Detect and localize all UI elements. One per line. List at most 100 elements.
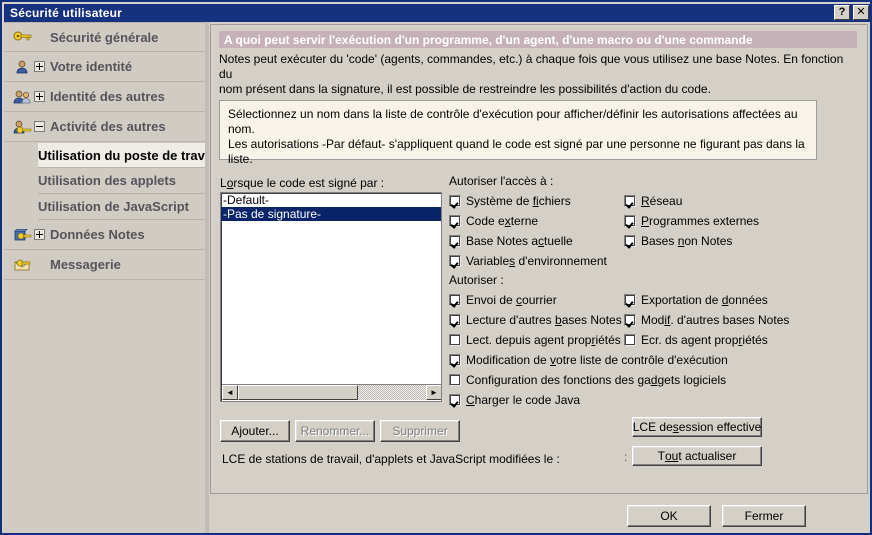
sidebar-item-messagerie[interactable]: Messagerie	[4, 250, 209, 280]
refresh-all-button[interactable]: Tou t actualiser	[632, 446, 762, 466]
title-bar[interactable]: Sécurité utilisateur ? ✕	[4, 4, 872, 22]
checkbox-label: Variables d'environnement	[466, 254, 607, 268]
ok-button[interactable]: OK	[627, 505, 711, 527]
checkbox-exportation-de-donnees[interactable]: Exportation de données	[624, 293, 824, 307]
checkbox-label: Exportation de données	[641, 293, 768, 307]
checkbox-label: Réseau	[641, 194, 683, 208]
checkbox-variables-environnement[interactable]: Variables d'environnement	[449, 254, 624, 268]
modified-date-value: :	[624, 450, 628, 464]
checkbox-label: Charger le code Java	[466, 393, 581, 407]
sidebar-item-label: Identité des autres	[50, 89, 165, 104]
modified-date-label: LCE de stations de travail, d'applets et…	[222, 452, 560, 466]
checkbox-box[interactable]	[624, 195, 636, 207]
sidebar-item-utilisation-du-poste-de-travail[interactable]: Utilisation du poste de travail	[38, 142, 209, 168]
checkbox-box[interactable]	[449, 334, 461, 346]
book-key-icon	[12, 227, 34, 243]
permission-row: Lecture d'autres bases Notes Modif. d'au…	[449, 310, 867, 330]
checkbox-bases-non-notes[interactable]: Bases non Notes	[624, 234, 824, 248]
checkbox-label: Code externe	[466, 214, 539, 228]
permission-row: Charger le code Java	[449, 390, 867, 410]
checkbox-modif-autres-bases-notes[interactable]: Modif. d'autres bases Notes	[624, 313, 824, 327]
rename-button[interactable]: Renommer...	[295, 420, 375, 442]
checkbox-box[interactable]	[449, 354, 461, 366]
sidebar-subitem-label: Utilisation des applets	[38, 173, 176, 188]
intro-line-1: Notes peut exécuter du 'code' (agents, c…	[219, 52, 844, 81]
sidebar-item-securite-generale[interactable]: Sécurité générale	[4, 22, 209, 52]
delete-button[interactable]: Supprim e r	[380, 420, 460, 442]
checkbox-base-notes-actuelle[interactable]: Base Notes actuelle	[449, 234, 624, 248]
sidebar-item-votre-identite[interactable]: Votre identité	[4, 52, 209, 82]
checkbox-systeme-de-fichiers[interactable]: Système de fichiers	[449, 194, 624, 208]
checkbox-label: Bases non Notes	[641, 234, 733, 248]
scroll-left-icon[interactable]: ◄	[222, 385, 238, 400]
panel-banner-title: A quoi peut servir l'exécution d'un prog…	[219, 31, 857, 48]
permission-row: Variables d'environnement	[449, 251, 867, 271]
close-button[interactable]: Fermer	[722, 505, 806, 527]
checkbox-box[interactable]	[449, 294, 461, 306]
list-item[interactable]: -Default-	[221, 193, 441, 207]
checkbox-box[interactable]	[449, 374, 461, 386]
checkbox-box[interactable]	[624, 235, 636, 247]
sidebar-item-donnees-notes[interactable]: Données Notes	[4, 220, 209, 250]
checkbox-configuration-gadgets-logiciels[interactable]: Configuration des fonctions des gadgets …	[449, 373, 726, 387]
signer-listbox[interactable]: -Default- -Pas de signature- ◄ ►	[220, 192, 442, 402]
permission-row: Configuration des fonctions des gadgets …	[449, 370, 867, 390]
checkbox-reseau[interactable]: Réseau	[624, 194, 824, 208]
expander-minus-icon[interactable]	[34, 121, 45, 132]
list-item[interactable]: -Pas de signature-	[221, 207, 441, 221]
checkbox-box[interactable]	[449, 314, 461, 326]
checkbox-label: Ecr. ds agent propriétés	[641, 333, 768, 347]
sidebar-item-identite-des-autres[interactable]: Identité des autres	[4, 82, 209, 112]
checkbox-lecture-autres-bases-notes[interactable]: Lecture d'autres bases Notes	[449, 313, 624, 327]
expander-plus-icon[interactable]	[34, 91, 45, 102]
expander-plus-icon[interactable]	[34, 229, 45, 240]
sidebar-item-utilisation-de-javascript[interactable]: Utilisation de JavaScript	[38, 194, 209, 220]
user-security-dialog: Sécurité utilisateur ? ✕ Sécurité généra…	[0, 0, 872, 535]
scrollbar-thumb[interactable]	[238, 385, 358, 400]
checkbox-box[interactable]	[449, 394, 461, 406]
checkbox-box[interactable]	[449, 215, 461, 227]
checkbox-programmes-externes[interactable]: Programmes externes	[624, 214, 824, 228]
checkbox-box[interactable]	[624, 334, 636, 346]
sidebar-item-label: Messagerie	[50, 257, 121, 272]
sidebar-item-utilisation-des-applets[interactable]: Utilisation des applets	[38, 168, 209, 194]
signer-list-label: Lorsque le code est signé par :	[220, 176, 385, 190]
checkbox-label: Système de fichiers	[466, 194, 571, 208]
window-title: Sécurité utilisateur	[10, 6, 123, 20]
sidebar-item-label: Données Notes	[50, 227, 145, 242]
checkbox-label: Modif. d'autres bases Notes	[641, 313, 790, 327]
checkbox-lect-depuis-agent-proprietes[interactable]: Lect. depuis agent propriétés	[449, 333, 624, 347]
scrollbar-track[interactable]	[358, 385, 426, 400]
checkbox-label: Programmes externes	[641, 214, 760, 228]
expander-plus-icon[interactable]	[34, 61, 45, 72]
help-icon[interactable]: ?	[834, 5, 850, 20]
section-label-allow: Autoriser :	[449, 273, 504, 287]
scroll-right-icon[interactable]: ►	[426, 385, 441, 400]
permission-row: Modification de votre liste de contrôle …	[449, 350, 867, 370]
close-icon[interactable]: ✕	[853, 5, 869, 20]
checkbox-box[interactable]	[624, 215, 636, 227]
checkbox-charger-le-code-java[interactable]: Charger le code Java	[449, 393, 580, 407]
checkbox-modification-liste-controle-execution[interactable]: Modification de votre liste de contrôle …	[449, 353, 728, 367]
sidebar-item-activite-des-autres[interactable]: Activité des autres	[4, 112, 209, 142]
checkbox-ecr-ds-agent-proprietes[interactable]: Ecr. ds agent propriétés	[624, 333, 824, 347]
info-box: Sélectionnez un nom dans la liste de con…	[219, 100, 817, 166]
checkbox-box[interactable]	[624, 314, 636, 326]
horizontal-scrollbar[interactable]: ◄ ►	[222, 384, 441, 400]
checkbox-box[interactable]	[449, 195, 461, 207]
intro-text: Notes peut exécuter du 'code' (agents, c…	[219, 52, 859, 97]
people-activity-icon	[12, 119, 34, 135]
info-line-2: Les autorisations -Par défaut- s'appliqu…	[228, 137, 805, 166]
add-button[interactable]: Aj outer...	[220, 420, 290, 442]
checkbox-box[interactable]	[449, 255, 461, 267]
navigation-sidebar: Sécurité générale Votre identité Identit…	[4, 22, 209, 533]
checkbox-code-externe[interactable]: Code externe	[449, 214, 624, 228]
checkbox-box[interactable]	[449, 235, 461, 247]
person-key-icon	[12, 59, 34, 75]
checkbox-label: Base Notes actuelle	[466, 234, 573, 248]
effective-session-ecl-button[interactable]: LCE de s ession effective	[632, 417, 762, 437]
permission-row: Base Notes actuelle Bases non Notes	[449, 231, 867, 251]
checkbox-envoi-de-courrier[interactable]: Envoi de courrier	[449, 293, 624, 307]
sidebar-subitem-label: Utilisation du poste de travail	[38, 147, 209, 163]
checkbox-box[interactable]	[624, 294, 636, 306]
